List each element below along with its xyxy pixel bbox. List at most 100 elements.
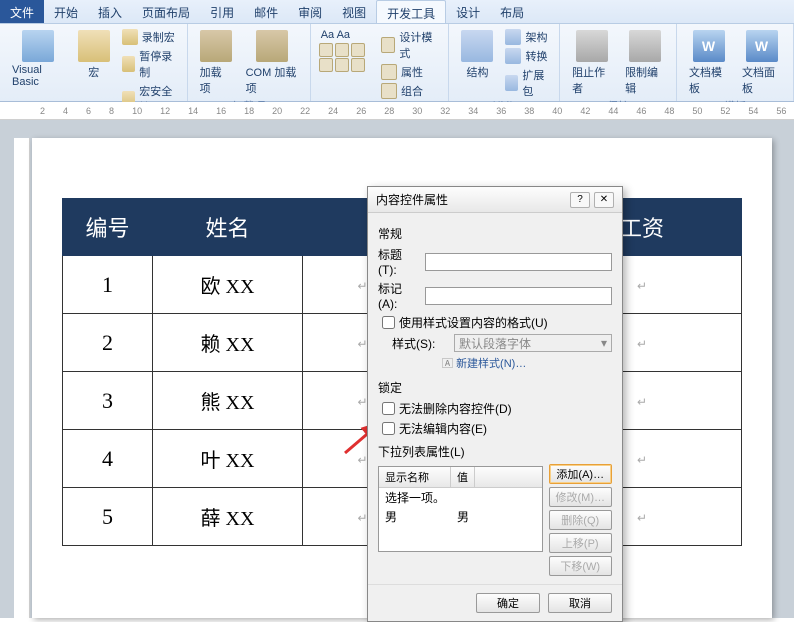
- aa-icon: Aa Aa: [321, 29, 350, 41]
- block-icon: [576, 30, 608, 62]
- move-down-button[interactable]: 下移(W): [549, 556, 613, 576]
- vertical-ruler[interactable]: [14, 138, 30, 618]
- ctrl-icon6[interactable]: [351, 58, 365, 72]
- ctrl-icon3[interactable]: [351, 43, 365, 57]
- table-cell[interactable]: 1: [63, 256, 153, 314]
- move-up-button[interactable]: 上移(P): [549, 533, 613, 553]
- tab-insert[interactable]: 插入: [88, 0, 132, 23]
- tab-page-layout[interactable]: 页面布局: [132, 0, 200, 23]
- cancel-button[interactable]: 取消: [548, 593, 612, 613]
- vb-label: Visual Basic: [12, 64, 64, 88]
- no-delete-checkbox[interactable]: [382, 402, 395, 415]
- table-cell[interactable]: 欧 XX: [153, 256, 303, 314]
- modify-button[interactable]: 修改(M)…: [549, 487, 613, 507]
- lock-section-label: 锁定: [378, 379, 612, 396]
- schema-button[interactable]: 架构: [503, 28, 551, 46]
- tab-home[interactable]: 开始: [44, 0, 88, 23]
- use-style-checkbox[interactable]: [382, 316, 395, 329]
- group-button[interactable]: 组合: [379, 82, 441, 100]
- ctrl-icon5[interactable]: [335, 58, 349, 72]
- pause-recording-button[interactable]: 暂停录制: [120, 47, 179, 81]
- tab-layout[interactable]: 布局: [490, 0, 534, 23]
- dialog-title: 内容控件属性: [376, 191, 448, 208]
- dropdown-props-label: 下拉列表属性(L): [378, 443, 612, 460]
- vb-icon: [22, 30, 54, 62]
- tab-mailings[interactable]: 邮件: [244, 0, 288, 23]
- chevron-down-icon: ▾: [601, 336, 607, 350]
- schema-icon: [505, 29, 521, 45]
- tab-design[interactable]: 设计: [446, 0, 490, 23]
- macro-icon: [78, 30, 110, 62]
- list-item[interactable]: 男男: [379, 507, 542, 526]
- structure-button[interactable]: 结构: [457, 28, 497, 82]
- group-controls: Aa Aa 设计模式 属性 组合 控件: [311, 24, 450, 101]
- tab-view[interactable]: 视图: [332, 0, 376, 23]
- addins-button[interactable]: 加载项: [196, 28, 236, 98]
- panel-label: 文档面板: [742, 64, 781, 96]
- restrict-label: 限制编辑: [625, 64, 664, 96]
- tab-references[interactable]: 引用: [200, 0, 244, 23]
- ctrl-icon2[interactable]: [335, 43, 349, 57]
- com-addins-button[interactable]: COM 加载项: [242, 28, 302, 98]
- tab-review[interactable]: 审阅: [288, 0, 332, 23]
- no-edit-label: 无法编辑内容(E): [399, 420, 487, 437]
- help-button[interactable]: ?: [570, 192, 590, 208]
- expand-icon: [505, 75, 518, 91]
- ok-button[interactable]: 确定: [476, 593, 540, 613]
- schema-label: 架构: [525, 29, 547, 45]
- th-name: 姓名: [153, 199, 303, 256]
- block-authors-button[interactable]: 阻止作者: [568, 28, 615, 98]
- doc-panel-button[interactable]: 文档面板: [738, 28, 785, 98]
- new-style-label: 新建样式(N)…: [456, 358, 526, 370]
- com-label: COM 加载项: [246, 64, 298, 96]
- dialog-titlebar[interactable]: 内容控件属性 ? ✕: [368, 187, 622, 213]
- ctrl-icon1[interactable]: [319, 43, 333, 57]
- table-cell[interactable]: 5: [63, 488, 153, 546]
- record-icon: [122, 29, 138, 45]
- table-cell[interactable]: 熊 XX: [153, 372, 303, 430]
- title-input[interactable]: [425, 253, 612, 271]
- properties-button[interactable]: 属性: [379, 63, 441, 81]
- restrict-editing-button[interactable]: 限制编辑: [621, 28, 668, 98]
- transform-label: 转换: [525, 48, 547, 64]
- design-label: 设计模式: [399, 29, 438, 61]
- group-template: 文档模板 文档面板 模板: [677, 24, 794, 101]
- tab-developer[interactable]: 开发工具: [376, 0, 446, 23]
- no-edit-checkbox[interactable]: [382, 422, 395, 435]
- table-cell[interactable]: 薛 XX: [153, 488, 303, 546]
- structure-icon: [461, 30, 493, 62]
- addin-icon: [200, 30, 232, 62]
- group-protect: 阻止作者 限制编辑 保护: [560, 24, 677, 101]
- table-cell[interactable]: 2: [63, 314, 153, 372]
- tag-input[interactable]: [425, 287, 612, 305]
- table-cell[interactable]: 4: [63, 430, 153, 488]
- visual-basic-button[interactable]: Visual Basic: [8, 28, 68, 90]
- tab-file[interactable]: 文件: [0, 0, 44, 23]
- style-label: 样式(S):: [392, 335, 448, 352]
- table-cell[interactable]: 3: [63, 372, 153, 430]
- record-macro-button[interactable]: 录制宏: [120, 28, 179, 46]
- record-label: 录制宏: [142, 29, 175, 45]
- restrict-icon: [629, 30, 661, 62]
- table-cell[interactable]: 赖 XX: [153, 314, 303, 372]
- controls-gallery[interactable]: Aa Aa: [319, 28, 373, 42]
- design-mode-button[interactable]: 设计模式: [379, 28, 441, 62]
- col-value: 值: [451, 467, 475, 487]
- close-button[interactable]: ✕: [594, 192, 614, 208]
- add-button[interactable]: 添加(A)…: [549, 464, 613, 484]
- macros-button[interactable]: 宏: [74, 28, 114, 82]
- horizontal-ruler[interactable]: 2468101214161820222426283032343638404244…: [0, 102, 794, 120]
- macro-label: 宏: [88, 64, 99, 80]
- doc-template-button[interactable]: 文档模板: [685, 28, 732, 98]
- table-cell[interactable]: 叶 XX: [153, 430, 303, 488]
- structure-label: 结构: [466, 64, 488, 80]
- addin-label: 加载项: [200, 64, 232, 96]
- transform-button[interactable]: 转换: [503, 47, 551, 65]
- expansion-button[interactable]: 扩展包: [503, 66, 551, 100]
- use-style-label: 使用样式设置内容的格式(U): [399, 314, 548, 331]
- dropdown-list[interactable]: 显示名称 值 选择一项。男男: [378, 466, 543, 552]
- design-icon: [381, 37, 395, 53]
- list-item[interactable]: 选择一项。: [379, 488, 542, 507]
- ctrl-icon4[interactable]: [319, 58, 333, 72]
- delete-button[interactable]: 删除(Q): [549, 510, 613, 530]
